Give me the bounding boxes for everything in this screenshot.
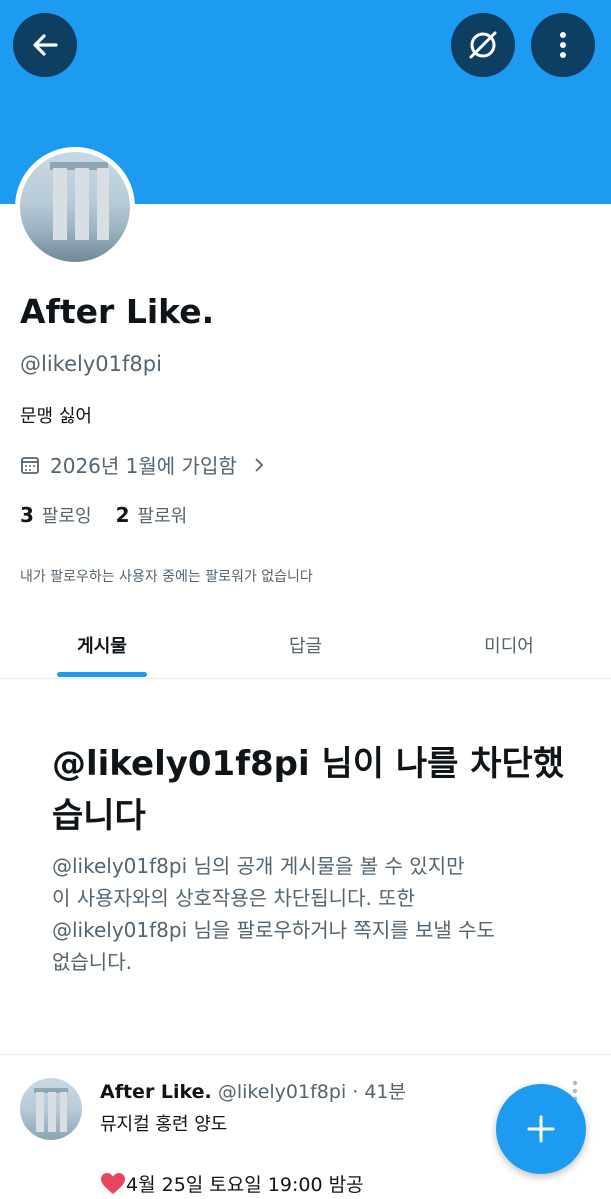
blocked-line: @likely01f8pi 님을 팔로우하거나 쪽지를 보낼 수도 xyxy=(52,918,495,942)
eye-slash-icon xyxy=(469,31,497,59)
following-count: 3 xyxy=(20,503,34,527)
profile-avatar[interactable] xyxy=(15,147,135,267)
profile-tabs: 게시물 답글 미디어 xyxy=(0,612,611,679)
more-options-button[interactable] xyxy=(531,13,595,77)
post-time: · 41분 xyxy=(352,1081,407,1103)
post-author-name[interactable]: After Like. xyxy=(100,1081,212,1103)
followers-count: 2 xyxy=(115,503,130,527)
profile-bio: 문맹 싫어 xyxy=(20,406,92,427)
tab-posts[interactable]: 게시물 xyxy=(0,612,204,678)
arrow-left-icon xyxy=(33,34,58,56)
blocked-line: @likely01f8pi 님의 공개 게시물을 볼 수 있지만 xyxy=(52,854,465,878)
tab-replies[interactable]: 답글 xyxy=(204,612,407,678)
blocked-title: @likely01f8pi 님이 나를 차단했습니다 xyxy=(52,744,565,836)
post-text-line: 뮤지컬 홍련 양도 xyxy=(100,1114,228,1135)
following-link[interactable]: 3 팔로잉 xyxy=(20,502,92,528)
avatar-image xyxy=(20,152,130,262)
joined-date-text: 2026년 1월에 가입함 xyxy=(50,454,237,478)
follow-stats: 3 팔로잉 2 팔로워 xyxy=(20,502,187,528)
divider xyxy=(0,1054,611,1055)
chevron-right-icon xyxy=(255,457,264,472)
calendar-icon xyxy=(21,456,39,474)
following-label: 팔로잉 xyxy=(41,506,92,527)
post-avatar[interactable] xyxy=(20,1078,82,1140)
more-vertical-icon xyxy=(560,32,566,58)
profile-name: After Like. xyxy=(20,292,215,331)
heart-icon xyxy=(101,1172,125,1194)
post-header: After Like. @likely01f8pi · 41분 xyxy=(100,1077,406,1104)
post-text-line: 4월 25일 토요일 19:00 밤공 xyxy=(100,1170,364,1197)
blocked-line: 이 사용자와의 상호작용은 차단됩니다. 또한 xyxy=(52,886,415,910)
post-author-handle[interactable]: @likely01f8pi xyxy=(218,1081,346,1103)
tab-media[interactable]: 미디어 xyxy=(407,612,611,678)
followers-link[interactable]: 2 팔로워 xyxy=(116,502,188,528)
compose-post-button[interactable] xyxy=(496,1084,586,1174)
blocked-description: @likely01f8pi 님의 공개 게시물을 볼 수 있지만 이 사용자와의… xyxy=(52,850,552,978)
joined-date-row[interactable]: 2026년 1월에 가입함 xyxy=(20,450,267,479)
profile-handle: @likely01f8pi xyxy=(20,352,162,376)
followers-label: 팔로워 xyxy=(137,506,188,527)
back-button[interactable] xyxy=(13,13,77,77)
plus-icon xyxy=(527,1115,555,1143)
followers-you-know-text: 내가 팔로우하는 사용자 중에는 팔로워가 없습니다 xyxy=(20,569,313,585)
active-tab-indicator xyxy=(57,672,147,677)
blocked-line: 없습니다. xyxy=(52,950,132,974)
unblock-view-button[interactable] xyxy=(451,13,515,77)
post-schedule-text: 4월 25일 토요일 19:00 밤공 xyxy=(126,1174,364,1196)
